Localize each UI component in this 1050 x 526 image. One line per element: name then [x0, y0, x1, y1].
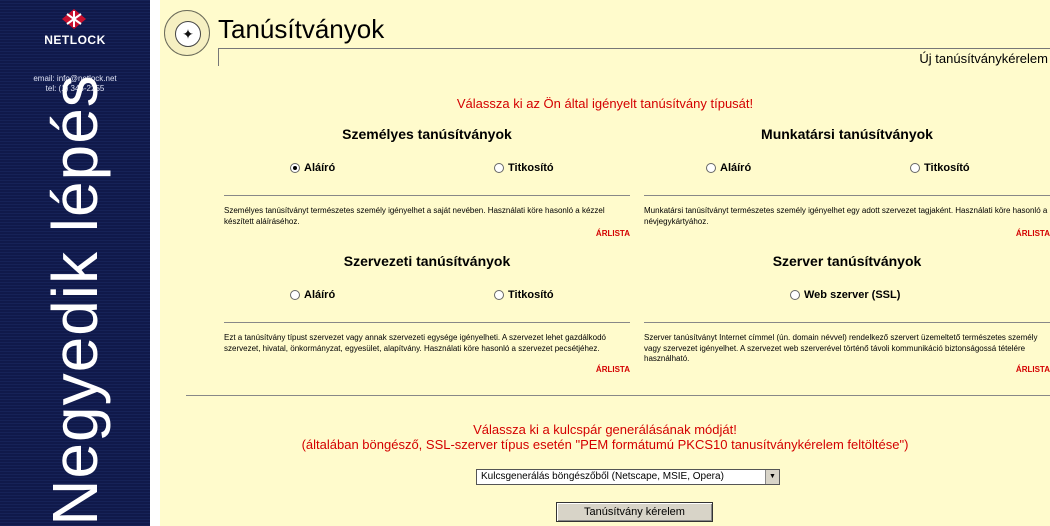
netlock-seal-icon: ✦	[164, 10, 210, 56]
organization-cert-title: Szervezeti tanúsítványok	[343, 253, 511, 269]
employee-cert-description: Munkatársi tanúsítványt természetes szem…	[644, 206, 1048, 226]
employee-cert-title: Munkatársi tanúsítványok	[761, 126, 933, 142]
organization-signing-radio[interactable]: Aláíró	[290, 289, 335, 301]
radio-label: Titkosító	[508, 289, 554, 301]
radio-unchecked-icon[interactable]	[790, 290, 800, 300]
new-request-link[interactable]: Új tanúsítványkérelem	[919, 51, 1048, 66]
organization-cert-description: Ezt a tanúsítvány típust szervezet vagy …	[224, 333, 606, 353]
keygen-method-select[interactable]: Kulcsgenerálás böngészőből (Netscape, MS…	[476, 469, 780, 485]
server-cert-description: Szerver tanúsítványt Internet címmel (ún…	[644, 333, 1038, 363]
radio-label: Titkosító	[924, 162, 970, 174]
keygen-selected-value: Kulcsgenerálás böngészőből (Netscape, MS…	[481, 471, 724, 482]
radio-unchecked-icon[interactable]	[910, 163, 920, 173]
employee-encryption-radio[interactable]: Titkosító	[910, 162, 970, 174]
radio-unchecked-icon[interactable]	[494, 163, 504, 173]
main-content: ✦ Tanúsítványok Új tanúsítványkérelem Vá…	[160, 0, 1050, 526]
radio-unchecked-icon[interactable]	[706, 163, 716, 173]
section-divider	[186, 395, 1050, 396]
radio-label: Aláíró	[304, 289, 336, 301]
header-divider	[218, 48, 1050, 49]
dropdown-arrow-icon[interactable]: ▼	[765, 470, 779, 484]
instruction-keygen-line1: Válassza ki a kulcspár generálásának mód…	[473, 422, 737, 437]
header-vertical-divider	[218, 48, 219, 66]
block-divider	[224, 322, 630, 323]
server-price-link[interactable]: ÁRLISTA	[1016, 365, 1050, 374]
seal-center-icon: ✦	[175, 21, 201, 47]
radio-unchecked-icon[interactable]	[494, 290, 504, 300]
personal-cert-title: Személyes tanúsítványok	[342, 126, 512, 142]
logo-text: NETLOCK	[44, 33, 106, 47]
radio-unchecked-icon[interactable]	[290, 290, 300, 300]
server-ssl-radio[interactable]: Web szerver (SSL)	[790, 289, 900, 301]
header: ✦ Tanúsítványok Új tanúsítványkérelem	[160, 0, 1050, 70]
step-label: Negyedik lépés	[39, 74, 111, 526]
block-divider	[644, 322, 1050, 323]
organization-encryption-radio[interactable]: Titkosító	[494, 289, 554, 301]
server-cert-title: Szerver tanúsítványok	[772, 253, 922, 269]
personal-price-link[interactable]: ÁRLISTA	[596, 229, 630, 238]
instruction-keygen: Válassza ki a kulcspár generálásának mód…	[160, 422, 1050, 452]
personal-cert-description: Személyes tanúsítványt természetes szemé…	[224, 206, 605, 226]
employee-signing-radio[interactable]: Aláíró	[706, 162, 751, 174]
organization-price-link[interactable]: ÁRLISTA	[596, 365, 630, 374]
block-divider	[644, 195, 1050, 196]
employee-price-link[interactable]: ÁRLISTA	[1016, 229, 1050, 238]
radio-label: Titkosító	[508, 162, 554, 174]
instruction-select-type: Válassza ki az Ön által igényelt tanúsít…	[456, 96, 754, 111]
request-certificate-button[interactable]: Tanúsítvány kérelem	[556, 502, 713, 522]
block-divider	[224, 195, 630, 196]
radio-checked-icon[interactable]	[290, 163, 300, 173]
personal-encryption-radio[interactable]: Titkosító	[494, 162, 554, 174]
radio-label: Aláíró	[304, 162, 336, 174]
radio-label: Aláíró	[720, 162, 752, 174]
sidebar: NETLOCK email: info@netlock.net tel: (1)…	[0, 0, 150, 526]
instruction-keygen-line2: (általában böngésző, SSL-szerver típus e…	[301, 437, 909, 452]
radio-label: Web szerver (SSL)	[804, 289, 901, 301]
page-title: Tanúsítványok	[218, 14, 385, 44]
sidebar-divider	[150, 0, 160, 526]
personal-signing-radio[interactable]: Aláíró	[290, 162, 335, 174]
netlock-logo-icon	[62, 9, 86, 29]
